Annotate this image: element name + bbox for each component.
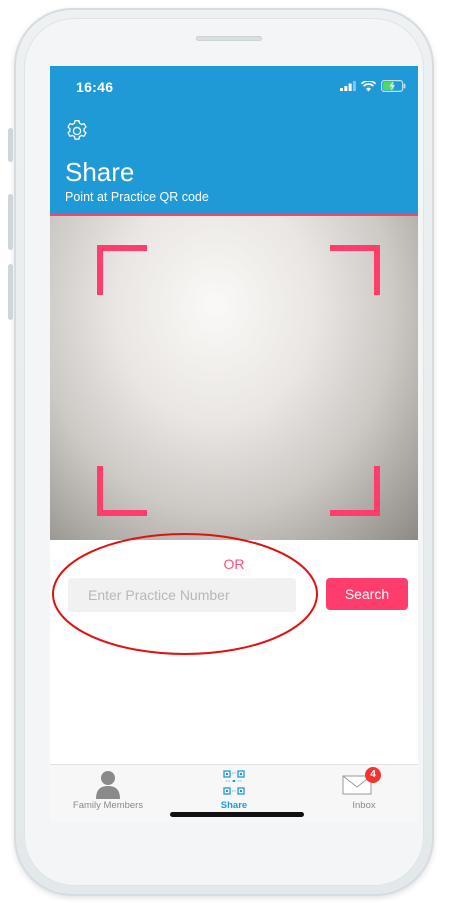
- app-screen: 16:46 Share Point at Practice QR code OR…: [50, 66, 418, 822]
- status-time: 16:46: [76, 79, 114, 95]
- tab-inbox[interactable]: 4 Inbox: [318, 765, 410, 815]
- scan-frame-corner-bottom-right: [330, 466, 380, 516]
- wifi-icon: [361, 80, 376, 91]
- practice-number-input[interactable]: [68, 578, 296, 612]
- page-title: Share: [65, 157, 135, 187]
- qr-camera-viewfinder[interactable]: [50, 216, 418, 540]
- volume-down-button: [8, 264, 13, 320]
- home-indicator[interactable]: [170, 812, 304, 817]
- cellular-signal-icon: [340, 81, 356, 91]
- search-button[interactable]: Search: [326, 578, 408, 610]
- volume-up-button: [8, 194, 13, 250]
- tab-family-members[interactable]: Family Members: [58, 765, 158, 815]
- mute-switch: [8, 128, 13, 162]
- qr-code-icon: [223, 770, 245, 795]
- tab-share[interactable]: Share: [190, 765, 278, 815]
- gear-icon[interactable]: [64, 118, 90, 144]
- tab-label-family-members: Family Members: [72, 800, 144, 811]
- scan-frame-corner-top-left: [97, 245, 147, 295]
- scan-frame-corner-bottom-left: [97, 466, 147, 516]
- tab-label-inbox: Inbox: [352, 800, 376, 811]
- or-separator-label: OR: [223, 556, 245, 572]
- status-icons: [340, 80, 406, 92]
- inbox-unread-badge: 4: [365, 767, 381, 783]
- person-icon: [96, 771, 120, 799]
- earpiece-speaker: [196, 36, 262, 41]
- battery-charging-icon: [381, 80, 406, 92]
- page-subtitle: Point at Practice QR code: [65, 190, 209, 204]
- scan-frame-corner-top-right: [330, 245, 380, 295]
- app-header: 16:46 Share Point at Practice QR code: [50, 66, 418, 214]
- tab-label-share: Share: [220, 800, 248, 811]
